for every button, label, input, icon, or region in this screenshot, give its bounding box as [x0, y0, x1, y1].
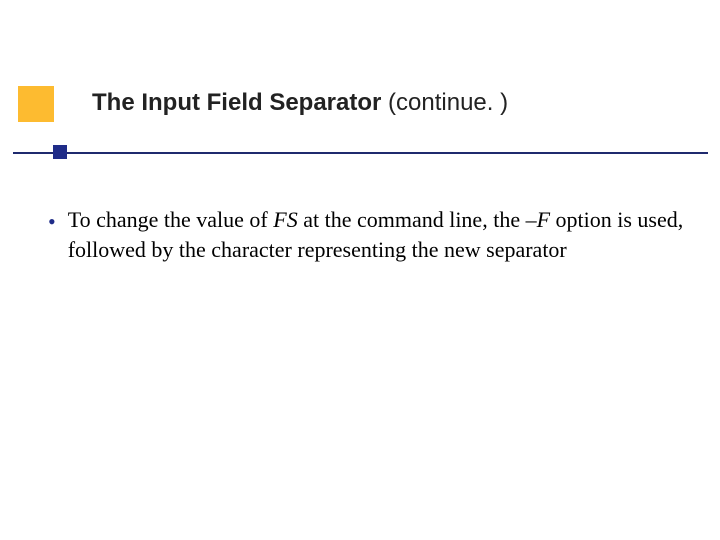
bullet-text-italic-fs: FS	[273, 207, 297, 232]
title-bold-part: The Input Field Separator	[92, 89, 381, 116]
slide-title: The Input Field Separator (continue. )	[92, 87, 508, 118]
title-suffix: (continue. )	[381, 89, 508, 116]
small-accent-square	[53, 145, 67, 159]
bullet-text-pre: To change the value of	[68, 207, 274, 232]
bullet-text-mid: at the command line, the	[298, 207, 526, 232]
header-accent-square	[18, 86, 54, 122]
bullet-list: • To change the value of FS at the comma…	[48, 205, 688, 266]
list-item: • To change the value of FS at the comma…	[48, 205, 688, 266]
bullet-marker-icon: •	[48, 207, 56, 237]
bullet-text-italic-f: –F	[526, 207, 550, 232]
bullet-text: To change the value of FS at the command…	[68, 205, 688, 266]
title-underline	[13, 152, 708, 154]
